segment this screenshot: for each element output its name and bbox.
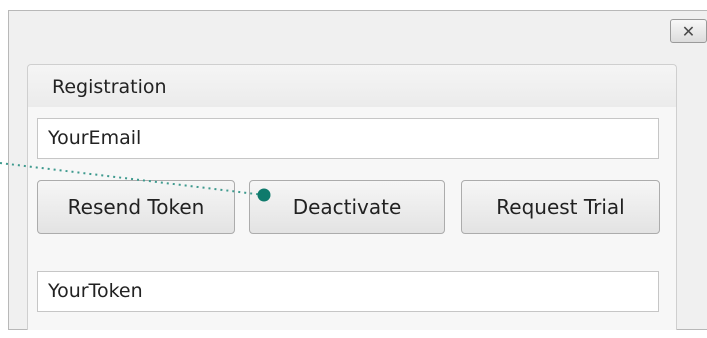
email-field[interactable]: YourEmail [37,118,659,159]
token-field[interactable]: YourToken [37,271,659,312]
request-trial-button[interactable]: Request Trial [461,180,660,234]
close-icon: ✕ [681,21,696,41]
close-button[interactable]: ✕ [670,19,707,43]
registration-header: Registration [28,65,676,107]
deactivate-button[interactable]: Deactivate [249,180,445,234]
request-trial-label: Request Trial [496,195,625,219]
resend-token-button[interactable]: Resend Token [37,180,235,234]
registration-title: Registration [52,76,167,98]
page: ✕ Registration YourEmail Resend Token De… [0,0,707,338]
deactivate-label: Deactivate [292,195,402,219]
resend-token-label: Resend Token [67,195,205,219]
